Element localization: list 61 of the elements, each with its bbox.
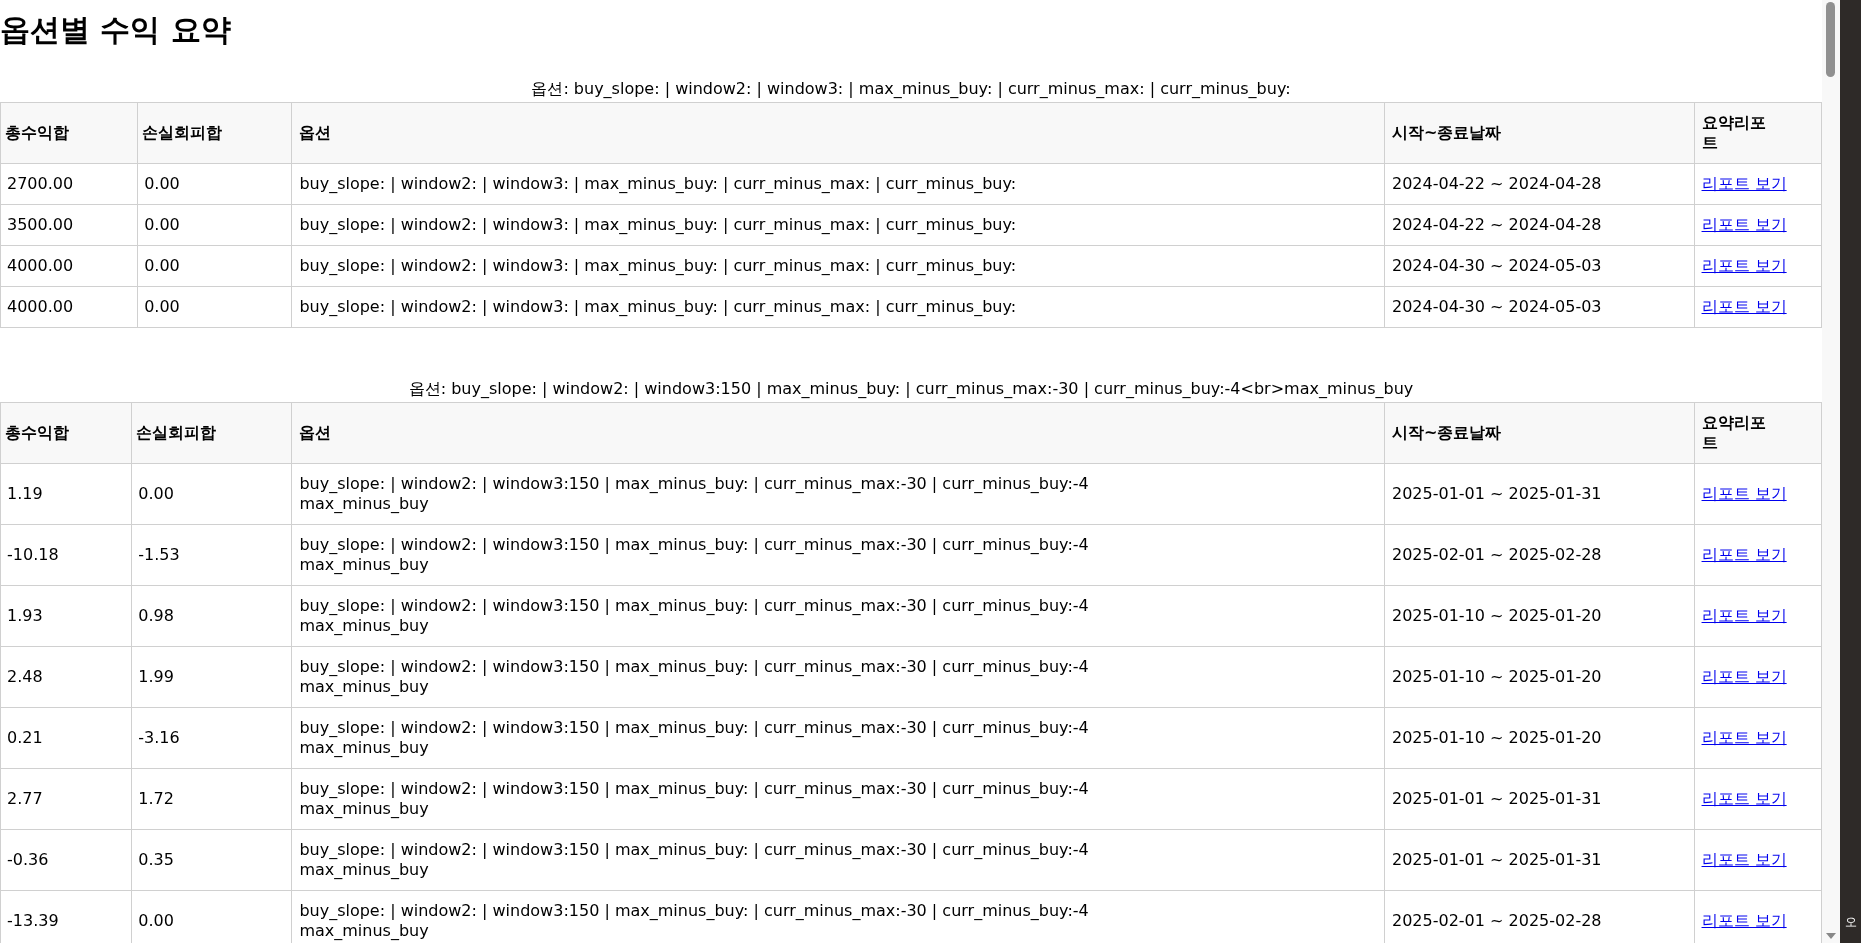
- table-cell: buy_slope: | window2: | window3: | max_minus_buy: | curr_minus_max: | curr_minus_buy:: [291, 245, 1385, 287]
- table-cell: buy_slope: | window2: | window3:150 | max_minus_buy: | curr_minus_max:-30 | curr_minus_buy:-4 max_minus_buy: [291, 646, 1385, 708]
- table-cell: 4000.00: [0, 286, 138, 328]
- table-cell: 2025-01-01 ~ 2025-01-31: [1384, 768, 1695, 830]
- table-cell: 2025-01-01 ~ 2025-01-31: [1384, 463, 1695, 525]
- table-cell: 2024-04-30 ~ 2024-05-03: [1384, 286, 1695, 328]
- table-cell: buy_slope: | window2: | window3:150 | max_minus_buy: | curr_minus_max:-30 | curr_minus_buy:-4 max_minus_buy: [291, 585, 1385, 647]
- table-cell: buy_slope: | window2: | window3:150 | max_minus_buy: | curr_minus_max:-30 | curr_minus_buy:-4 max_minus_buy: [291, 524, 1385, 586]
- table-cell: 1.99: [131, 646, 292, 708]
- table-cell: -1.53: [131, 524, 292, 586]
- table-cell: 2024-04-22 ~ 2024-04-28: [1384, 204, 1695, 246]
- column-header: 시작~종료날짜: [1384, 402, 1695, 464]
- table-cell: -3.16: [131, 707, 292, 769]
- table-cell: 2025-01-10 ~ 2025-01-20: [1384, 646, 1695, 708]
- scrollbar[interactable]: [1822, 0, 1840, 943]
- table-cell: -13.39: [0, 890, 132, 943]
- column-header: 손실회피합: [131, 402, 292, 464]
- column-header: 총수익합: [0, 102, 138, 164]
- table-cell: 0.21: [0, 707, 132, 769]
- table-cell: 0.00: [131, 463, 292, 525]
- table-cell: 4000.00: [0, 245, 138, 287]
- table-cell: 1.72: [131, 768, 292, 830]
- column-header: 옵션: [291, 402, 1385, 464]
- table-cell: buy_slope: | window2: | window3: | max_minus_buy: | curr_minus_max: | curr_minus_buy:: [291, 163, 1385, 205]
- table-cell: 0.00: [137, 204, 292, 246]
- table-cell: 1.19: [0, 463, 132, 525]
- table-cell: buy_slope: | window2: | window3: | max_minus_buy: | curr_minus_max: | curr_minus_buy:: [291, 286, 1385, 328]
- column-header: 요약리포트: [1694, 402, 1822, 464]
- table-cell: 0.35: [131, 829, 292, 891]
- table-cell: buy_slope: | window2: | window3:150 | max_minus_buy: | curr_minus_max:-30 | curr_minus_buy:-4 max_minus_buy: [291, 707, 1385, 769]
- table-cell: 2.48: [0, 646, 132, 708]
- table-cell: buy_slope: | window2: | window3:150 | max_minus_buy: | curr_minus_max:-30 | curr_minus_buy:-4 max_minus_buy: [291, 463, 1385, 525]
- table-cell: buy_slope: | window2: | window3:150 | max_minus_buy: | curr_minus_max:-30 | curr_minus_buy:-4 max_minus_buy: [291, 768, 1385, 830]
- table-cell: 2.77: [0, 768, 132, 830]
- table-cell: 2025-01-10 ~ 2025-01-20: [1384, 585, 1695, 647]
- table-cell: 2025-01-01 ~ 2025-01-31: [1384, 829, 1695, 891]
- column-header: 총수익합: [0, 402, 132, 464]
- table-cell: 3500.00: [0, 204, 138, 246]
- table-cell: 0.00: [137, 163, 292, 205]
- table-cell: 2025-02-01 ~ 2025-02-28: [1384, 524, 1695, 586]
- column-header: 손실회피합: [137, 102, 292, 164]
- page-title: 옵션별 수익 요약: [0, 11, 232, 49]
- scrollbar-thumb[interactable]: [1826, 2, 1835, 77]
- table-cell: 0.98: [131, 585, 292, 647]
- table-cell: 0.00: [137, 245, 292, 287]
- table-caption: 옵션: buy_slope: | window2: | window3: | max_minus_buy: | curr_minus_max: | curr_minus_buy:: [531, 78, 1291, 100]
- table-cell: buy_slope: | window2: | window3: | max_minus_buy: | curr_minus_max: | curr_minus_buy:: [291, 204, 1385, 246]
- table-cell: 0.00: [137, 286, 292, 328]
- table-cell: 2700.00: [0, 163, 138, 205]
- table-cell: -0.36: [0, 829, 132, 891]
- table-cell: 2024-04-22 ~ 2024-04-28: [1384, 163, 1695, 205]
- column-header: 옵션: [291, 102, 1385, 164]
- table-cell: 1.93: [0, 585, 132, 647]
- side-panel-text: 오: [1844, 915, 1857, 929]
- table-caption: 옵션: buy_slope: | window2: | window3:150 | max_minus_buy: | curr_minus_max:-30 | curr_minus_buy:-4<br>max_minus_buy: [408, 378, 1414, 400]
- table-cell: buy_slope: | window2: | window3:150 | max_minus_buy: | curr_minus_max:-30 | curr_minus_buy:-4 max_minus_buy: [291, 829, 1385, 891]
- table-cell: 2025-01-10 ~ 2025-01-20: [1384, 707, 1695, 769]
- table-cell: 2024-04-30 ~ 2024-05-03: [1384, 245, 1695, 287]
- table-cell: -10.18: [0, 524, 132, 586]
- column-header: 요약리포트: [1694, 102, 1822, 164]
- column-header: 시작~종료날짜: [1384, 102, 1695, 164]
